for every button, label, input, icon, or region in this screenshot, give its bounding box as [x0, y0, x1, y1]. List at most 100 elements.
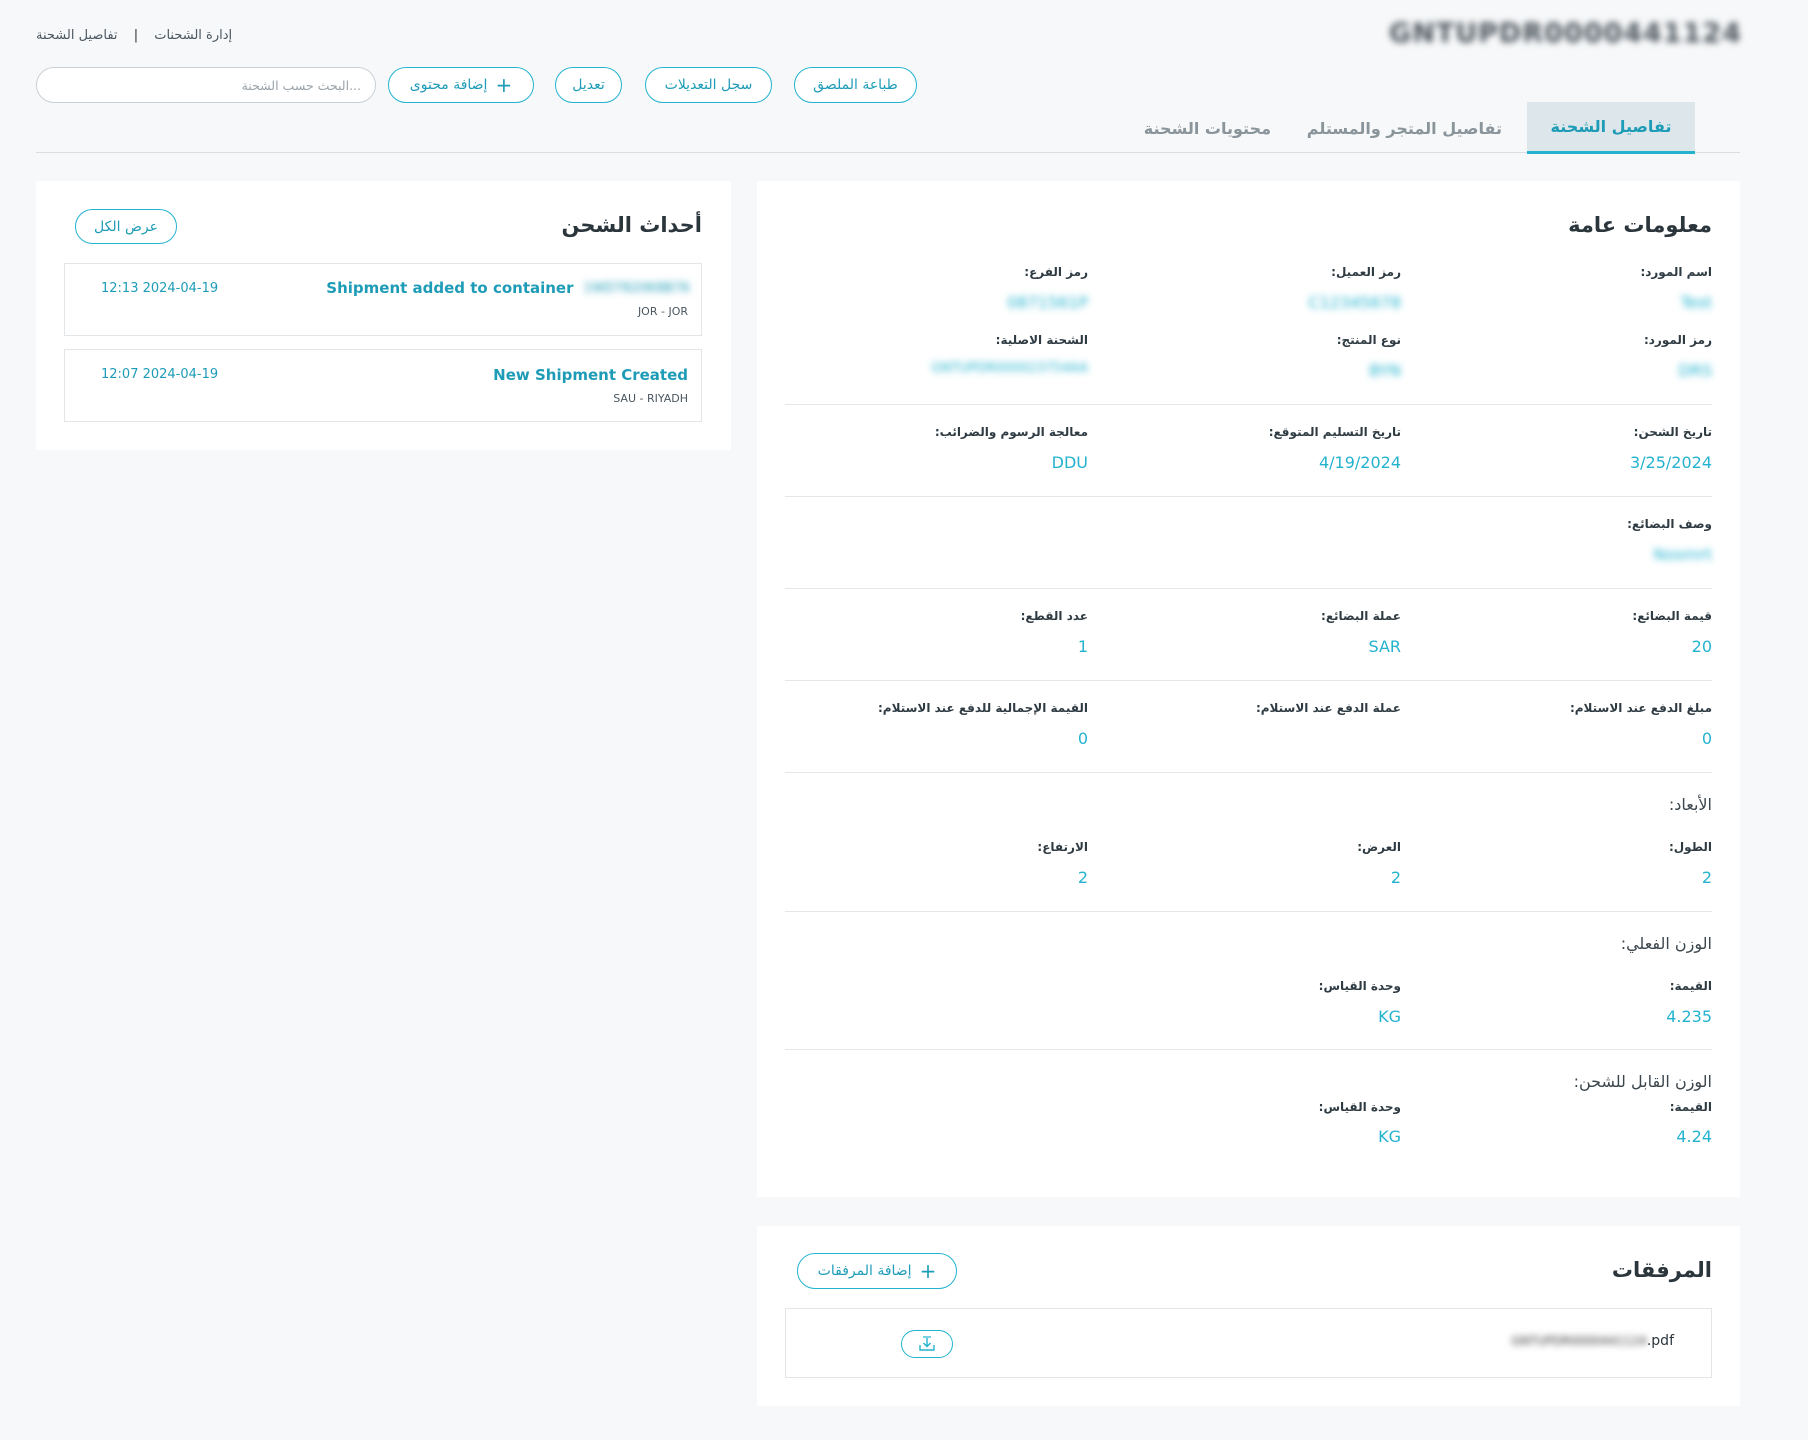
actual-value-label: القيمة: [1669, 979, 1712, 993]
actual-weight-heading: الوزن الفعلي: [1620, 934, 1712, 953]
add-attachments-label: إضافة المرفقات [817, 1263, 912, 1279]
goods-currency-label: عملة البضائع: [1321, 609, 1401, 623]
divider [785, 1049, 1712, 1050]
goods-desc-label: وصف البضائع: [1627, 517, 1712, 531]
tabs-divider [36, 152, 1740, 153]
ship-date-label: تاريخ الشحن: [1633, 425, 1712, 439]
cod-currency-label: عملة الدفع عند الاستلام: [1255, 701, 1401, 715]
chargeable-value-label: القيمة: [1669, 1100, 1712, 1114]
breadcrumb-separator: | [133, 28, 139, 43]
view-all-label: عرض الكل [94, 218, 158, 235]
general-info-card [757, 181, 1740, 1197]
plus-icon: + [495, 73, 513, 97]
add-content-label: إضافة محتوى [409, 77, 488, 93]
product-type-value: BYN [1369, 361, 1401, 380]
download-icon [918, 1336, 936, 1352]
width-value: 2 [1390, 868, 1401, 887]
expected-delivery-label: تاريخ التسليم المتوقع: [1268, 425, 1401, 439]
pieces-value: 1 [1077, 637, 1088, 656]
original-shipment-label: الشحنة الاصلية: [995, 333, 1088, 347]
goods-value-value: 20 [1691, 637, 1712, 656]
fees-value: DDU [1051, 453, 1088, 472]
event-date: 12:07 2024-04-19 [101, 367, 219, 382]
client-code-value: C12345678 [1308, 293, 1401, 312]
print-label-button[interactable]: طباعة الملصق [794, 67, 917, 103]
events-title: أحداث الشحن [561, 213, 702, 237]
pieces-label: عدد القطع: [1020, 609, 1088, 623]
supplier-code-label: رمز المورد: [1643, 333, 1712, 347]
edit-button[interactable]: تعديل [555, 67, 622, 103]
chargeable-weight-heading: الوزن القابل للشحن: [1573, 1072, 1712, 1091]
view-all-button[interactable]: عرض الكل [75, 209, 177, 244]
event-item [64, 349, 702, 422]
height-label: الارتفاع: [1037, 840, 1088, 854]
fees-label: معالجة الرسوم والضرائب: [934, 425, 1088, 439]
event-date: 12:13 2024-04-19 [101, 281, 219, 296]
event-ref: 1WD7820K8B76 [583, 280, 690, 296]
print-label: طباعة الملصق [813, 77, 898, 93]
actual-unit-value: KG [1378, 1007, 1401, 1026]
attachments-title: المرفقات [1611, 1258, 1712, 1282]
divider [785, 911, 1712, 912]
cod-amount-value: 0 [1701, 729, 1712, 748]
event-location: JOR - JOR [637, 305, 688, 318]
plus-icon: + [919, 1259, 937, 1283]
ship-date-value: 3/25/2024 [1629, 453, 1712, 472]
add-attachments-button[interactable]: + إضافة المرفقات [797, 1253, 957, 1289]
tab-label: تفاصيل المتجر والمستلم [1306, 119, 1502, 138]
divider [785, 588, 1712, 589]
breadcrumb-root[interactable]: إدارة الشحنات [154, 28, 232, 43]
tab-store-recipient[interactable]: تفاصيل المتجر والمستلم [1307, 119, 1502, 138]
edit-label: تعديل [572, 77, 605, 93]
divider [785, 772, 1712, 773]
download-button[interactable] [901, 1330, 953, 1358]
tab-shipment-contents[interactable]: محتويات الشحنة [1144, 119, 1271, 138]
branch-code-value: 0871561P [1007, 293, 1088, 312]
event-title-row: Shipment added to container 1WD7820K8B76 [326, 279, 690, 297]
history-label: سجل التعديلات [664, 77, 753, 93]
height-value: 2 [1077, 868, 1088, 887]
history-button[interactable]: سجل التعديلات [645, 67, 772, 103]
original-shipment-value: GNTUPDR000023754AA [931, 361, 1088, 376]
supplier-name-value: Test [1680, 293, 1712, 312]
chargeable-unit-value: KG [1378, 1127, 1401, 1146]
client-code-label: رمز العميل: [1331, 265, 1401, 279]
cod-amount-label: مبلغ الدفع عند الاستلام: [1569, 701, 1712, 715]
tab-label: محتويات الشحنة [1143, 119, 1271, 138]
goods-value-label: قيمة البضائع: [1632, 609, 1712, 623]
divider [785, 680, 1712, 681]
event-title: Shipment added to container [326, 279, 574, 297]
product-type-label: نوع المنتج: [1336, 333, 1401, 347]
shipment-id: GNTUPDR0000441124 [1389, 18, 1742, 49]
goods-desc-value: Nosmrt [1653, 545, 1712, 564]
width-label: العرض: [1357, 840, 1401, 854]
file-name: GNTUPDR0000441124 [1511, 1334, 1647, 1348]
cod-total-value: 0 [1077, 729, 1088, 748]
goods-currency-value: SAR [1368, 637, 1401, 656]
chargeable-unit-label: وحدة القياس: [1318, 1100, 1401, 1114]
general-info-title: معلومات عامة [1568, 213, 1712, 237]
search-input[interactable] [36, 67, 376, 103]
breadcrumb-current: تفاصيل الشحنة [36, 28, 118, 43]
tab-shipment-details[interactable]: تفاصيل الشحنة [1527, 102, 1695, 154]
branch-code-label: رمز الفرع: [1024, 265, 1088, 279]
supplier-name-label: اسم المورد: [1640, 265, 1712, 279]
add-content-button[interactable]: + إضافة محتوى [388, 67, 534, 103]
attachment-file-name: GNTUPDR0000441124 .pdf [1511, 1333, 1674, 1349]
file-ext: .pdf [1646, 1333, 1674, 1349]
dimensions-heading: الأبعاد: [1668, 795, 1712, 814]
actual-unit-label: وحدة القياس: [1318, 979, 1401, 993]
cod-total-label: القيمة الإجمالية للدفع عند الاستلام: [878, 701, 1088, 715]
event-item [64, 263, 702, 336]
event-location: SAU - RIYADH [613, 392, 688, 405]
divider [785, 496, 1712, 497]
length-value: 2 [1701, 868, 1712, 887]
length-label: الطول: [1668, 840, 1712, 854]
actual-value-value: 4.235 [1666, 1007, 1712, 1026]
supplier-code-value: DRS [1678, 361, 1712, 380]
divider [785, 404, 1712, 405]
breadcrumb: إدارة الشحنات | تفاصيل الشحنة [36, 28, 232, 43]
chargeable-value-value: 4.24 [1676, 1127, 1712, 1146]
event-title: New Shipment Created [493, 366, 688, 384]
tab-label: تفاصيل الشحنة [1550, 117, 1672, 136]
